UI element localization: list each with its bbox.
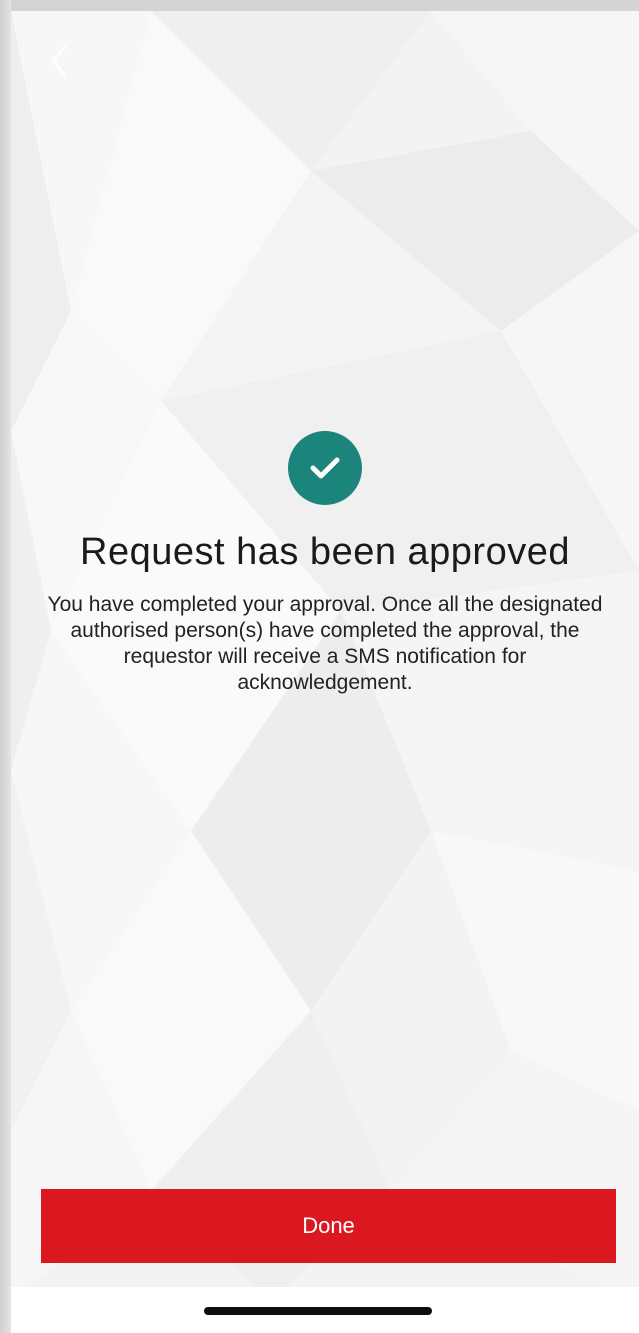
phone-frame: Request has been approved You have compl… — [0, 0, 639, 1333]
home-indicator[interactable] — [204, 1307, 432, 1315]
top-edge — [0, 0, 639, 11]
left-edge — [0, 0, 11, 1333]
confirmation-content: Request has been approved You have compl… — [11, 431, 639, 696]
chevron-left-icon — [51, 45, 67, 77]
back-button[interactable] — [39, 41, 79, 81]
check-circle-icon — [288, 431, 362, 505]
checkmark-icon — [310, 457, 340, 479]
done-button[interactable]: Done — [41, 1189, 616, 1263]
page-title: Request has been approved — [80, 531, 570, 573]
screen: Request has been approved You have compl… — [11, 11, 639, 1333]
confirmation-message: You have completed your approval. Once a… — [47, 593, 603, 694]
